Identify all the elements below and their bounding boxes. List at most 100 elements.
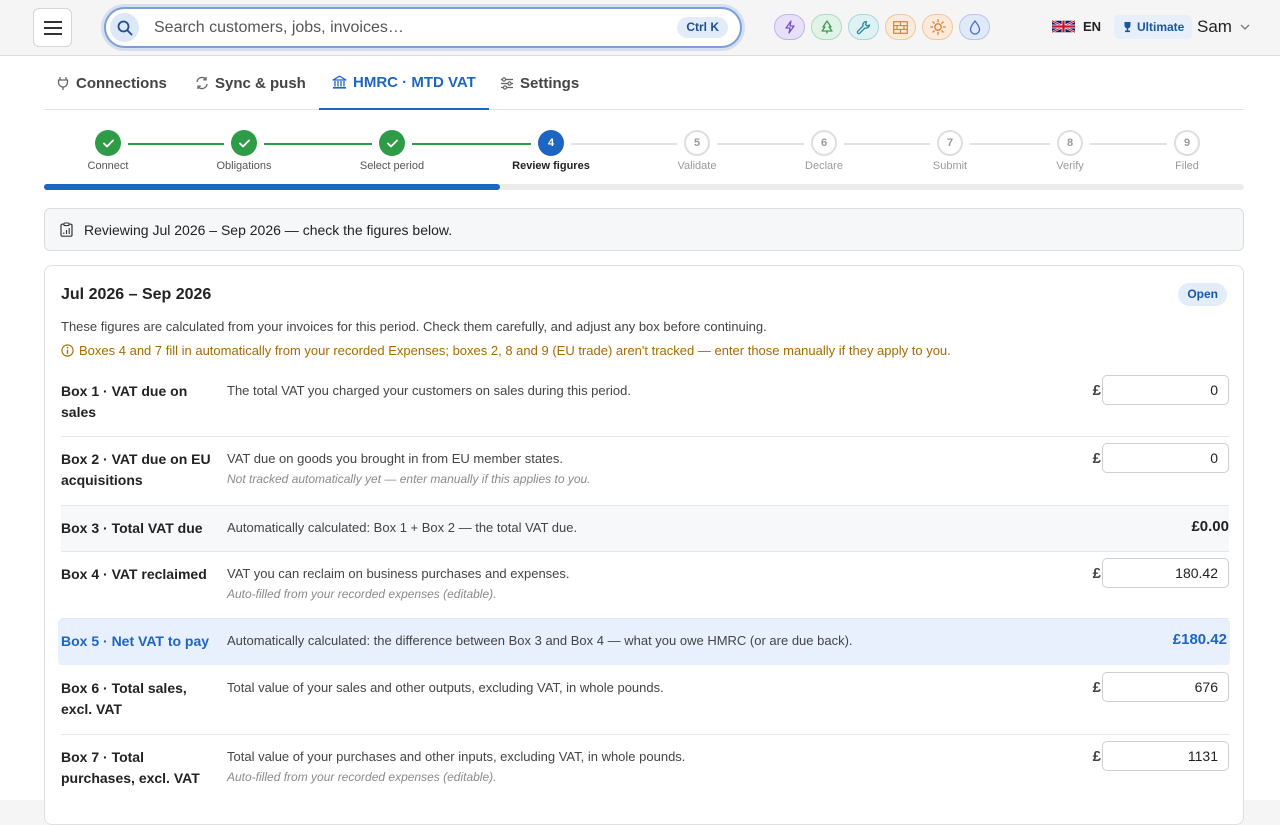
user-name: Sam	[1197, 17, 1232, 36]
vat-figures-card: Jul 2026 – Sep 2026 Open These figures a…	[44, 265, 1244, 825]
box-label: Box 7 · Total purchases, excl. VAT	[61, 749, 200, 786]
plug-icon	[57, 76, 69, 90]
box-note: Auto-filled from your recorded expenses …	[227, 770, 497, 784]
vat-box-row-2: Box 2 · VAT due on EU acquisitions VAT d…	[61, 437, 1229, 506]
currency-symbol: £	[1092, 748, 1101, 765]
step-3-indicator[interactable]	[379, 130, 405, 156]
card-description: These figures are calculated from your i…	[61, 319, 767, 334]
box-label: Box 3 · Total VAT due	[61, 520, 203, 536]
tree-icon	[820, 20, 833, 34]
bank-icon	[332, 75, 347, 89]
tab-connections[interactable]: Connections	[56, 56, 167, 110]
box-6-input[interactable]	[1102, 672, 1229, 702]
vat-box-row-3: Box 3 · Total VAT due Automatically calc…	[61, 506, 1229, 552]
menu-button[interactable]	[33, 8, 72, 47]
tab-settings[interactable]: Settings	[500, 56, 579, 110]
box-description: Total value of your sales and other outp…	[227, 680, 664, 695]
uk-flag-icon	[1052, 19, 1075, 34]
box-description-text: VAT you can reclaim on business purchase…	[227, 566, 570, 581]
plan-badge[interactable]: Ultimate	[1114, 15, 1193, 39]
status-badge: Open	[1178, 283, 1227, 306]
check-icon	[238, 139, 250, 147]
period-notice: Reviewing Jul 2026 – Sep 2026 — check th…	[44, 208, 1244, 251]
box-2-input[interactable]	[1102, 443, 1229, 473]
quick-action-sun[interactable]	[922, 14, 953, 40]
droplet-icon	[969, 19, 980, 35]
currency-symbol: £	[1092, 382, 1101, 399]
box-7-input[interactable]	[1102, 741, 1229, 771]
box-label: Box 2 · VAT due on EU acquisitions	[61, 451, 211, 488]
box-description-text: Total value of your purchases and other …	[227, 749, 686, 764]
sliders-icon	[501, 76, 513, 90]
box-label: Box 5 · Net VAT to pay	[61, 633, 210, 649]
info-icon	[61, 344, 74, 357]
language-selector[interactable]: EN	[1052, 19, 1101, 34]
step-1-indicator[interactable]	[95, 130, 121, 156]
top-bar: Ctrl K EN Ultimate Sam	[0, 0, 1280, 56]
step-7-indicator: 7	[937, 130, 963, 156]
currency-symbol: £	[1092, 450, 1101, 467]
tab-hmrc-mtd-vat[interactable]: HMRC · MTD VAT	[319, 56, 489, 110]
currency-symbol: £	[1092, 679, 1101, 696]
vat-box-row-7: Box 7 · Total purchases, excl. VAT Total…	[61, 735, 1229, 805]
step-label: Select period	[359, 160, 425, 172]
box-label: Box 6 · Total sales, excl. VAT	[61, 680, 187, 717]
quick-action-bolt[interactable]	[774, 14, 805, 40]
user-menu[interactable]: Sam	[1197, 17, 1250, 37]
search-box[interactable]: Ctrl K	[104, 7, 742, 48]
notice-text: Reviewing Jul 2026 – Sep 2026 — check th…	[84, 221, 453, 238]
wrench-icon	[856, 20, 871, 34]
step-connector	[128, 143, 224, 145]
box-label: Box 1 · VAT due on sales	[61, 383, 188, 420]
period-title: Jul 2026 – Sep 2026	[61, 286, 212, 303]
step-connector	[264, 143, 372, 145]
vat-box-row-6: Box 6 · Total sales, excl. VAT Total val…	[61, 666, 1229, 735]
quick-action-droplet[interactable]	[959, 14, 990, 40]
step-connector	[412, 143, 531, 145]
step-label: Validate	[677, 160, 717, 172]
box-description: The total VAT you charged your customers…	[227, 383, 631, 398]
quick-action-wrench[interactable]	[848, 14, 879, 40]
chevron-down-icon	[1240, 24, 1250, 30]
box-note: Auto-filled from your recorded expenses …	[227, 587, 497, 601]
step-8-indicator: 8	[1057, 130, 1083, 156]
box-description: Automatically calculated: Box 1 + Box 2 …	[227, 520, 578, 535]
tab-bar: Connections Sync & push HMRC · MTD VAT S…	[44, 56, 1244, 110]
box-4-input[interactable]	[1102, 558, 1229, 588]
box-description-text: VAT due on goods you brought in from EU …	[227, 451, 564, 466]
tab-label: Connections	[76, 74, 167, 92]
check-icon	[102, 139, 114, 147]
box-description: VAT you can reclaim on business purchase…	[227, 564, 570, 605]
search-shortcut-badge: Ctrl K	[677, 17, 728, 38]
box-note: Not tracked automatically yet — enter ma…	[227, 472, 591, 486]
sync-icon	[196, 76, 208, 90]
progress-bar	[44, 184, 1244, 190]
step-connector	[1090, 143, 1167, 145]
trophy-icon	[1124, 22, 1131, 33]
sun-icon	[929, 19, 946, 35]
hamburger-icon	[43, 20, 62, 35]
box-description: VAT due on goods you brought in from EU …	[227, 449, 591, 490]
clipboard-icon	[60, 222, 73, 237]
step-connector	[844, 143, 930, 145]
step-connector	[970, 143, 1050, 145]
step-2-indicator[interactable]	[231, 130, 257, 156]
warning-text: Boxes 4 and 7 fill in automatically from…	[79, 343, 951, 358]
box-label: Box 4 · VAT reclaimed	[61, 566, 207, 582]
quick-action-brick[interactable]	[885, 14, 916, 40]
box-1-input[interactable]	[1102, 375, 1229, 405]
step-label: Obligations	[216, 160, 272, 172]
step-label: Filed	[1175, 160, 1199, 172]
brick-icon	[893, 20, 908, 34]
tab-sync-push[interactable]: Sync & push	[195, 56, 306, 110]
step-6-indicator: 6	[811, 130, 837, 156]
bolt-icon	[784, 20, 795, 34]
vat-box-row-1: Box 1 · VAT due on sales The total VAT y…	[61, 369, 1229, 437]
step-connector	[717, 143, 804, 145]
main-content: Connections Sync & push HMRC · MTD VAT S…	[0, 56, 1280, 825]
search-input[interactable]	[154, 16, 654, 40]
quick-action-tree[interactable]	[811, 14, 842, 40]
step-5-indicator: 5	[684, 130, 710, 156]
progress-stepper: Connect Obligations Select period 4 Review f…	[44, 126, 1244, 190]
box-description: Automatically calculated: the difference…	[227, 633, 853, 648]
